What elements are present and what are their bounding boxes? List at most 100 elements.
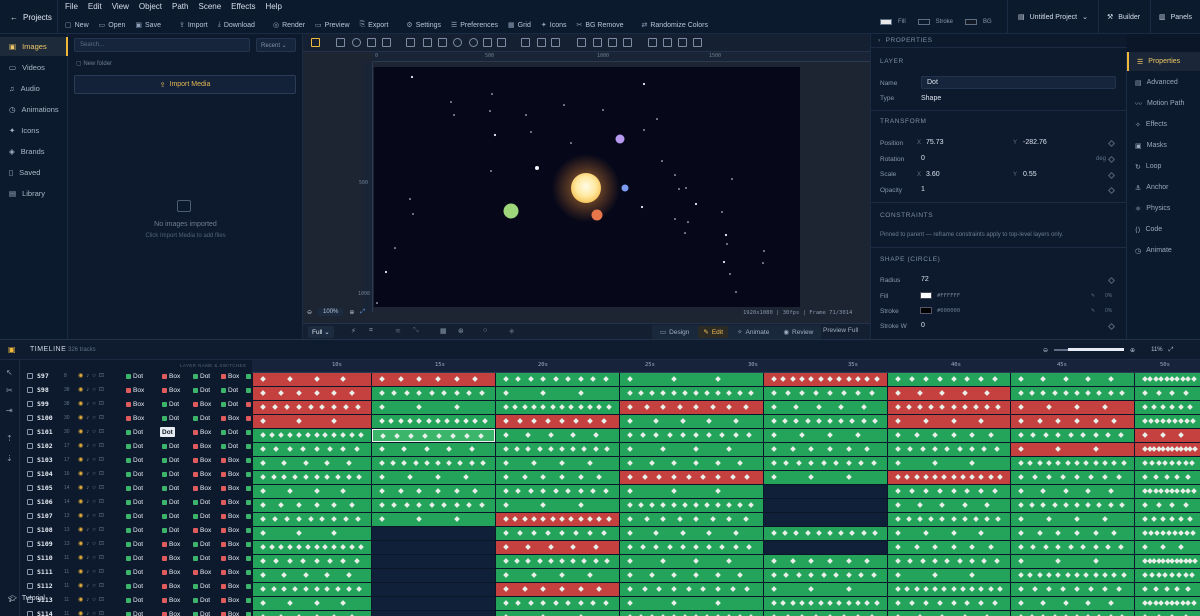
keyframe-diamond-icon[interactable] (671, 502, 677, 508)
layer-chip[interactable]: Dot (124, 497, 145, 507)
keyframe-diamond-icon[interactable] (313, 600, 320, 606)
keyframe-diamond-icon[interactable] (1155, 572, 1162, 578)
keyframe-diamond-icon[interactable] (817, 376, 824, 382)
keyframe-diamond-icon[interactable] (1142, 572, 1148, 578)
keyframe-diamond-icon[interactable] (379, 516, 385, 522)
keyframe-diamond-icon[interactable] (748, 390, 754, 396)
keyframe-diamond-icon[interactable] (573, 530, 579, 536)
keyframe-diamond-icon[interactable] (715, 586, 721, 592)
keyframe-diamond-icon[interactable] (313, 390, 320, 396)
add-node-icon[interactable] (453, 38, 462, 47)
keyframe-diamond-icon[interactable] (827, 600, 833, 606)
keyframe-diamond-icon[interactable] (1182, 572, 1189, 578)
keyframe-diamond-icon[interactable] (540, 488, 547, 494)
keyframe-diamond-icon[interactable] (536, 446, 543, 452)
layer-chip[interactable]: Dot (124, 539, 145, 549)
lock-icon[interactable]: ⊡ (99, 555, 107, 561)
keyframe-diamond-icon[interactable] (992, 376, 998, 382)
clip-segment[interactable] (620, 583, 763, 596)
keyframe-diamond-icon[interactable] (992, 600, 998, 606)
keyframe-diamond-icon[interactable] (671, 488, 677, 494)
layer-chip[interactable]: Dot (160, 399, 181, 409)
layer-chip[interactable]: Dot (191, 539, 212, 549)
solo-icon[interactable]: ○ (92, 499, 99, 505)
keyframe-diamond-icon[interactable] (919, 446, 926, 452)
keyframe-diamond-icon[interactable] (1083, 460, 1090, 466)
keyframe-diamond-icon[interactable] (1088, 586, 1094, 592)
keyframe-diamond-icon[interactable] (1092, 432, 1099, 438)
keyframe-diamond-icon[interactable] (1030, 432, 1037, 438)
keyframe-diamond-icon[interactable] (656, 586, 663, 592)
layer-checkbox[interactable] (27, 443, 33, 449)
planet-blue[interactable] (621, 184, 629, 192)
keyframe-diamond-icon[interactable] (549, 516, 556, 522)
layer-chip[interactable]: Box (124, 385, 146, 395)
scale-y-value[interactable]: 0.55 (1023, 171, 1037, 178)
keyframe-diamond-icon[interactable] (412, 460, 419, 466)
keyframe-diamond-icon[interactable] (745, 432, 752, 438)
keyframe-diamond-icon[interactable] (1040, 502, 1047, 508)
keyframe-diamond-icon[interactable] (531, 404, 537, 410)
keyframe-diamond-icon[interactable] (1018, 460, 1024, 466)
keyframe-diamond-icon[interactable] (577, 516, 584, 522)
keyframe-diamond-icon[interactable] (587, 530, 593, 536)
keyframe-diamond-icon[interactable] (737, 572, 743, 578)
keyframe-diamond-icon[interactable] (531, 418, 537, 424)
keyframe-diamond-icon[interactable] (345, 460, 352, 466)
keyframe-diamond-icon[interactable] (1111, 460, 1118, 466)
keyframe-diamond-icon[interactable] (732, 432, 739, 438)
keyframe-diamond-icon[interactable] (428, 502, 435, 508)
solo-icon[interactable]: ○ (92, 541, 99, 547)
keyframe-diamond-icon[interactable] (783, 572, 790, 578)
clip-segment[interactable] (620, 471, 763, 484)
layer-chip[interactable]: Box (191, 567, 213, 577)
keyframe-diamond-icon[interactable] (870, 572, 877, 578)
keyframe-diamond-icon[interactable] (1055, 544, 1062, 550)
solo-icon[interactable]: ○ (92, 401, 99, 407)
keyframe-diamond-icon[interactable] (660, 446, 666, 452)
keyframe-diamond-icon[interactable] (978, 474, 985, 480)
keyframe-diamond-icon[interactable] (808, 376, 815, 382)
keyframe-diamond-icon[interactable] (601, 418, 607, 424)
menu-scene[interactable]: Scene (198, 2, 221, 16)
keyframe-diamond-icon[interactable] (796, 572, 802, 578)
keyframe-icon[interactable] (1107, 139, 1116, 148)
keyframe-diamond-icon[interactable] (992, 488, 998, 494)
keyframe-diamond-icon[interactable] (577, 586, 584, 592)
keyframe-diamond-icon[interactable] (1092, 530, 1099, 536)
name-input[interactable]: Dot (921, 76, 1116, 89)
keyframe-diamond-icon[interactable] (260, 600, 266, 606)
keyframe-diamond-icon[interactable] (512, 516, 519, 522)
keyframe-diamond-icon[interactable] (676, 404, 683, 410)
keyframe-diamond-icon[interactable] (1155, 502, 1162, 508)
keyframe-diamond-icon[interactable] (552, 376, 559, 382)
keyframe-diamond-icon[interactable] (379, 404, 385, 410)
keyframe-diamond-icon[interactable] (450, 433, 456, 439)
clip-segment[interactable] (496, 513, 619, 526)
keyframe-diamond-icon[interactable] (570, 558, 577, 564)
keyframe-diamond-icon[interactable] (964, 488, 971, 494)
keyframe-diamond-icon[interactable] (959, 586, 966, 592)
keyframe-diamond-icon[interactable] (547, 446, 554, 452)
keyframe-diamond-icon[interactable] (356, 586, 363, 592)
keyframe-diamond-icon[interactable] (676, 516, 683, 522)
keyframe-diamond-icon[interactable] (468, 460, 475, 466)
keyframe-diamond-icon[interactable] (726, 502, 732, 508)
keyframe-diamond-icon[interactable] (907, 558, 914, 564)
keyframe-diamond-icon[interactable] (1036, 530, 1043, 536)
keyframe-diamond-icon[interactable] (1064, 460, 1071, 466)
layer-chip[interactable]: Box (191, 399, 213, 409)
keyframe-diamond-icon[interactable] (895, 390, 901, 396)
export-button[interactable]: ⎘ Export (360, 21, 389, 29)
keyframe-diamond-icon[interactable] (503, 530, 509, 536)
keyframe-diamond-icon[interactable] (407, 418, 413, 424)
clip-segment[interactable] (764, 401, 887, 414)
keyframe-diamond-icon[interactable] (693, 502, 699, 508)
layer-chip[interactable]: Dot (124, 525, 145, 535)
keyframe-diamond-icon[interactable] (799, 376, 805, 382)
keyframe-diamond-icon[interactable] (706, 530, 713, 536)
keyframe-diamond-icon[interactable] (397, 376, 404, 382)
keyframe-diamond-icon[interactable] (771, 432, 777, 438)
keyframe-diamond-icon[interactable] (1027, 572, 1034, 578)
keyframe-icon[interactable] (1107, 186, 1116, 195)
